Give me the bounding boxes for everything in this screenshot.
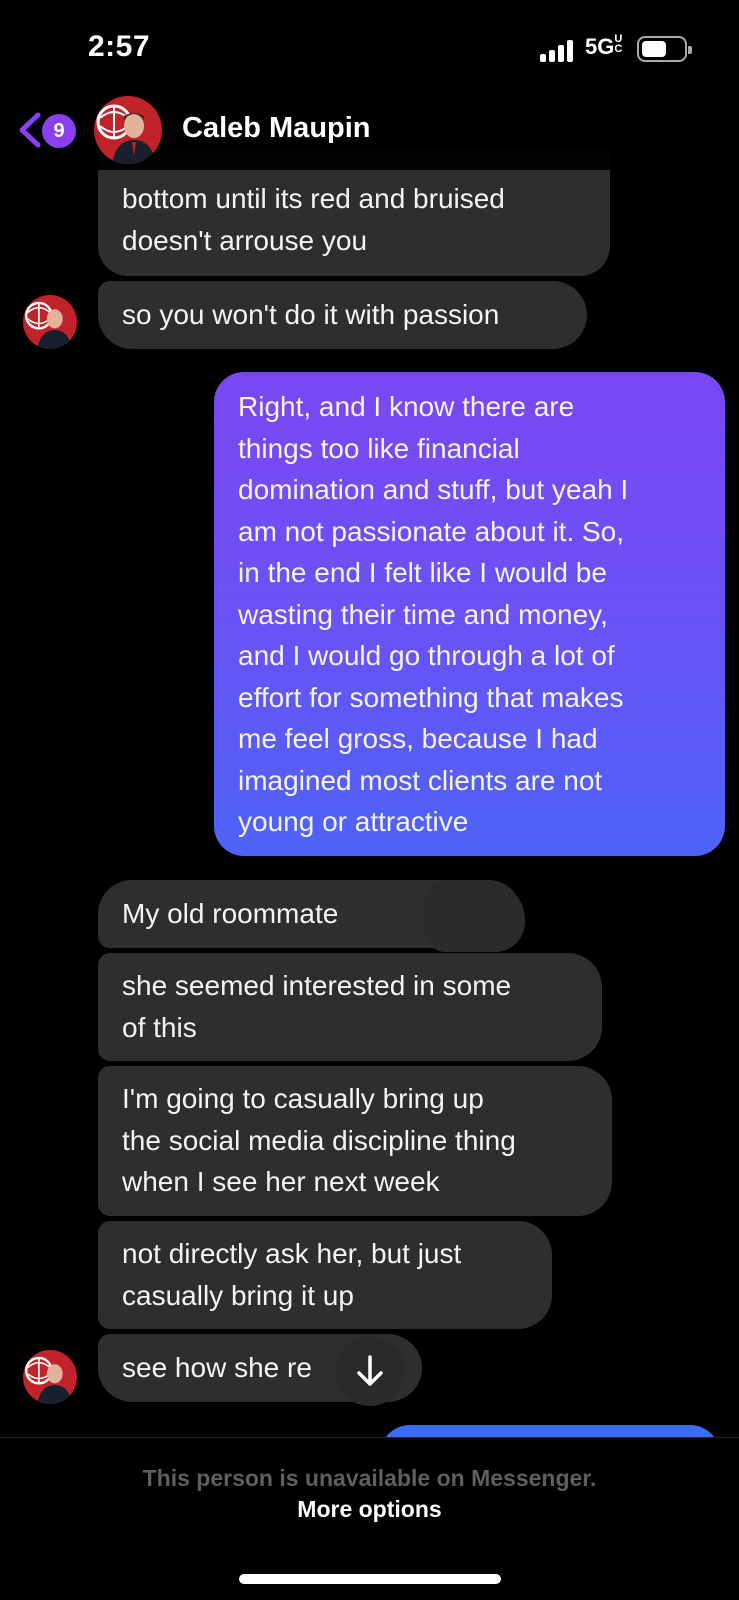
message-line: I'm going to casually bring up [122,1083,484,1114]
network-suffix: UC [614,33,623,55]
sender-avatar[interactable] [23,295,77,349]
home-indicator[interactable] [239,1574,501,1584]
message-line: not directly ask her, but just [122,1238,462,1269]
back-button[interactable]: 9 [16,108,80,152]
message-line: Right, and I know there are [238,391,575,422]
arrow-down-icon [357,1355,383,1386]
network-indicator: 5GUC [585,34,624,60]
more-options-link[interactable]: More options [0,1496,739,1523]
unavailable-notice: This person is unavailable on Messenger. [142,1465,597,1491]
contact-avatar[interactable] [94,96,162,164]
composer-footer: This person is unavailable on Messenger.… [0,1437,739,1600]
message-line: when I see her next week [122,1166,440,1197]
message-line: of this [122,1011,197,1043]
message-line: she seemed interested in some [122,970,512,1001]
message-line: and I would go through a lot of [238,640,615,671]
message-line: bottom until its red and bruised [122,183,505,214]
message-bubble-incoming[interactable]: not directly ask her, but just casually … [98,1221,552,1329]
sender-avatar[interactable] [23,1350,77,1404]
message-line: wasting their time and money, [238,598,608,630]
message-line: me feel gross, because I had [238,723,598,754]
message-bubble-outgoing[interactable]: Right, and I know there are things too l… [214,372,725,856]
message-line: so you won't do it with passion [122,299,500,330]
status-bar: 2:57 5GUC [0,0,739,100]
network-label: 5G [585,34,615,59]
avatar-image [94,96,162,164]
signal-icon [540,40,574,62]
message-line: effort for something that makes [238,681,624,713]
message-line: things too like financial [238,432,520,464]
message-bubble-incoming[interactable]: so you won't do it with passion [98,281,587,349]
redaction-scribble [425,880,525,952]
message-line: casually bring it up [122,1279,354,1311]
contact-name[interactable]: Caleb Maupin [182,112,371,145]
avatar-image [23,1350,77,1404]
chat-header: 9 Caleb Maupin [0,90,739,170]
message-line: the social media discipline thing [122,1124,516,1156]
message-line: domination and stuff, but yeah I [238,474,629,505]
message-line: imagined most clients are not [238,764,603,796]
avatar-image [23,295,77,349]
battery-icon [637,36,692,62]
message-line: young or attractive [238,806,469,837]
message-line: doesn't arrouse you [122,224,368,256]
status-time: 2:57 [88,30,151,63]
message-bubble-incoming[interactable]: I'm going to casually bring up the socia… [98,1066,612,1216]
scroll-to-bottom-button[interactable] [335,1336,405,1406]
unread-badge: 9 [42,114,76,148]
message-line: in the end I felt like I would be [238,557,607,588]
message-bubble-incoming[interactable]: she seemed interested in some of this [98,953,602,1061]
message-line: am not passionate about it. So, [238,515,625,547]
